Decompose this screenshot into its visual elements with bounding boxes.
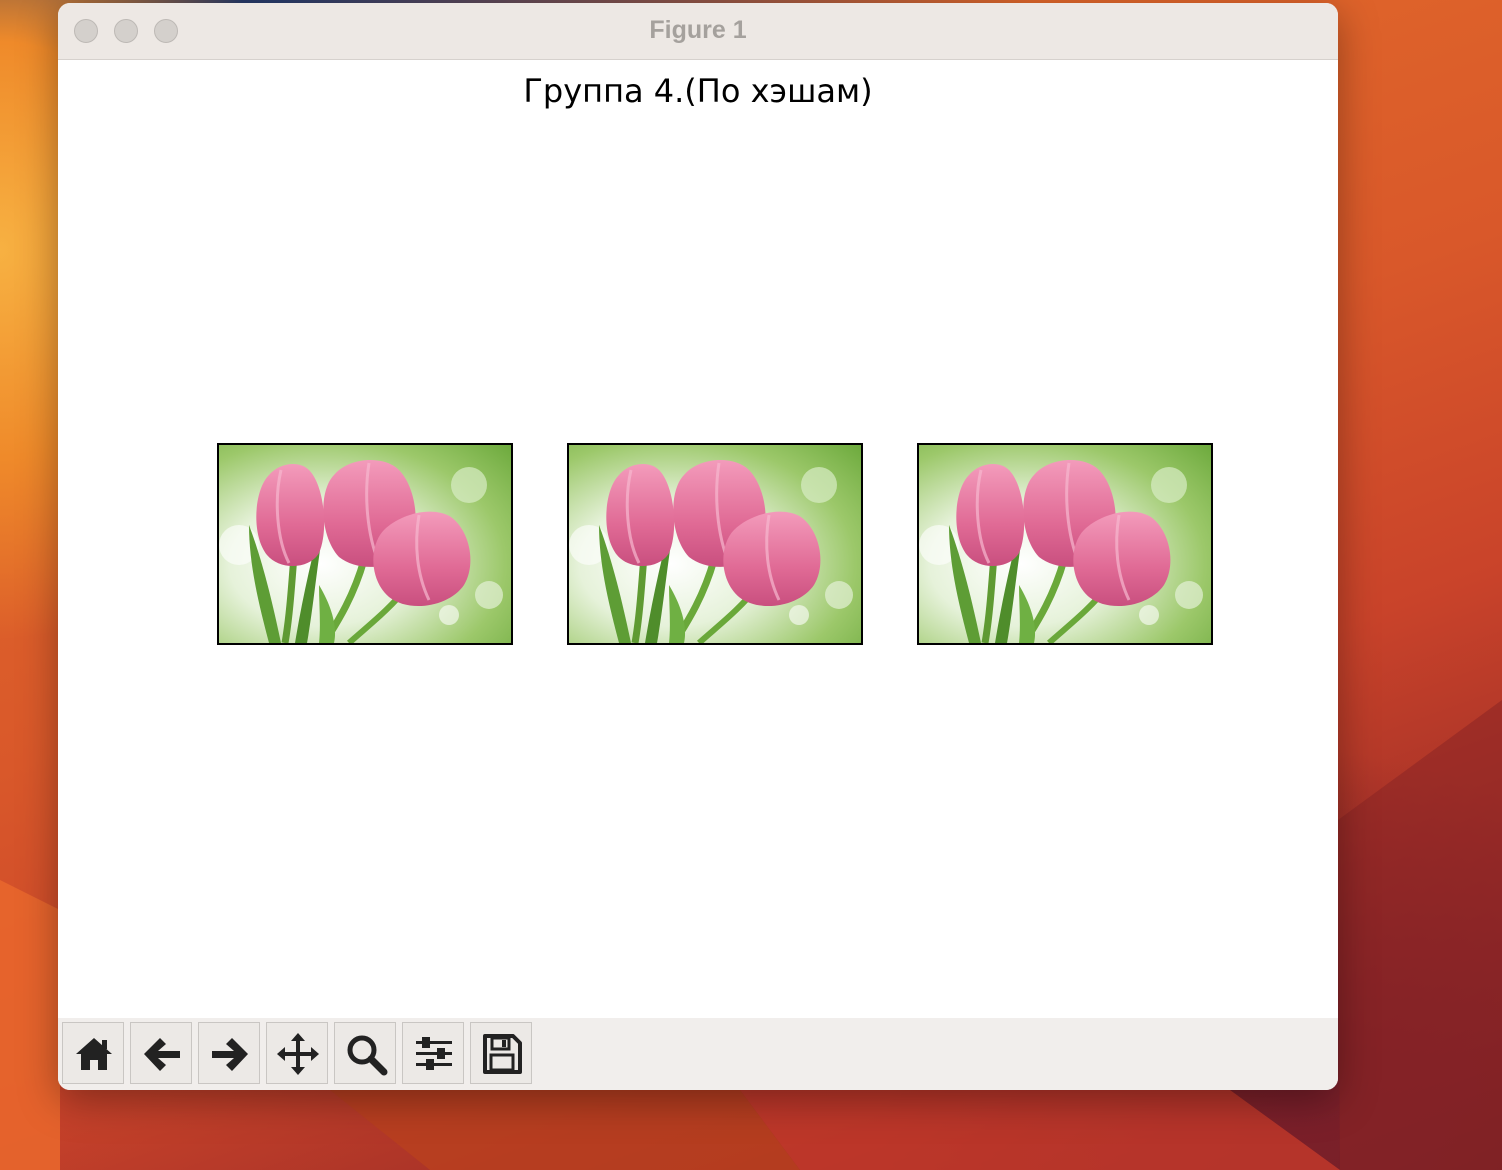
- navigation-toolbar: [58, 1018, 1338, 1090]
- zoom-rect-button[interactable]: [334, 1022, 396, 1084]
- tulip-image-3: [919, 445, 1211, 643]
- figure-title: Группа 4.(По хэшам): [523, 72, 873, 110]
- window-title: Figure 1: [649, 16, 747, 44]
- image-axes-2: [567, 443, 863, 645]
- configure-subplots-button[interactable]: [402, 1022, 464, 1084]
- pan-button[interactable]: [266, 1022, 328, 1084]
- image-axes-3: [917, 443, 1213, 645]
- save-figure-button[interactable]: [470, 1022, 532, 1084]
- window-titlebar[interactable]: Figure 1: [58, 3, 1338, 60]
- tulip-image-2: [569, 445, 861, 643]
- tulip-image-1: [219, 445, 511, 643]
- home-button[interactable]: [62, 1022, 124, 1084]
- save-icon: [483, 1034, 522, 1074]
- home-icon: [76, 1038, 112, 1070]
- back-button[interactable]: [130, 1022, 192, 1084]
- sliders-icon: [416, 1037, 452, 1070]
- zoom-icon: [347, 1035, 388, 1076]
- forward-button[interactable]: [198, 1022, 260, 1084]
- move-icon: [277, 1033, 319, 1075]
- figure-canvas[interactable]: Группа 4.(По хэшам): [58, 60, 1338, 1018]
- arrow-left-icon: [144, 1038, 180, 1071]
- image-axes-1: [217, 443, 513, 645]
- figure-window: Figure 1 Группа 4.(По хэшам): [58, 3, 1338, 1090]
- arrow-right-icon: [212, 1038, 248, 1071]
